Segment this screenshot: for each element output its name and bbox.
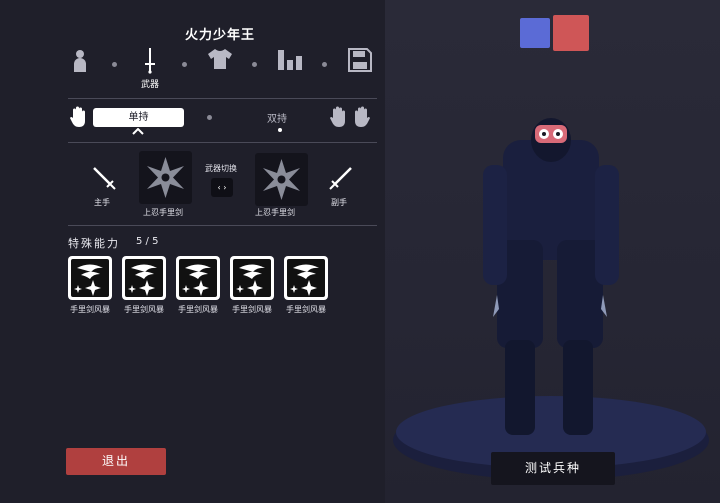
ability-slot[interactable]: 手里剑风暴 <box>230 256 274 315</box>
ability-label: 手里剑风暴 <box>286 305 326 314</box>
main-hand-label: 主手 <box>94 198 110 207</box>
shuriken-storm-icon <box>176 256 220 300</box>
ability-slot[interactable]: 手里剑风暴 <box>122 256 166 315</box>
editor-step-nav: 武器 <box>60 48 380 96</box>
ninja-figure <box>483 118 619 435</box>
main-weapon-name: 上忍手里剑 <box>143 208 183 217</box>
single-hand-icon <box>70 106 85 127</box>
step-clothing[interactable] <box>200 48 240 92</box>
step-separator <box>322 62 327 67</box>
shuriken-storm-icon <box>122 256 166 300</box>
ability-slot[interactable]: 手里剑风暴 <box>68 256 112 315</box>
grip-dual-option[interactable]: 双持 <box>267 110 287 125</box>
off-hand-sword-icon <box>329 167 352 190</box>
shuriken-icon <box>147 157 184 198</box>
person-icon <box>74 50 86 72</box>
ability-slot[interactable]: 手里剑风暴 <box>284 256 328 315</box>
chevron-up-icon <box>132 128 144 135</box>
step-appearance[interactable] <box>60 48 100 92</box>
main-hand-sword-icon <box>93 167 116 190</box>
off-hand-label: 副手 <box>331 198 347 207</box>
ability-label: 手里剑风暴 <box>124 305 164 314</box>
test-unit-button[interactable]: 测试兵种 <box>491 452 615 485</box>
shuriken-storm-icon <box>68 256 112 300</box>
exit-button[interactable]: 退出 <box>66 448 166 475</box>
divider <box>68 142 377 143</box>
abilities-count: 5 / 5 <box>136 236 159 247</box>
ability-label: 手里剑风暴 <box>178 305 218 314</box>
grip-separator <box>207 115 212 120</box>
main-weapon-slot[interactable] <box>139 151 192 204</box>
team-blue-swatch[interactable] <box>520 18 550 48</box>
divider <box>68 225 377 226</box>
unit-name-title[interactable]: 火力少年王 <box>0 24 440 43</box>
step-separator <box>112 62 117 67</box>
shuriken-storm-icon <box>284 256 328 300</box>
step-stats[interactable] <box>270 48 310 92</box>
step-weapons-label: 武器 <box>140 80 159 90</box>
step-separator <box>182 62 187 67</box>
sword-icon <box>145 48 155 74</box>
shuriken-storm-icon <box>230 256 274 300</box>
shuriken-icon <box>263 159 300 200</box>
stats-icon <box>278 50 302 70</box>
step-separator <box>252 62 257 67</box>
team-red-swatch[interactable] <box>553 15 589 51</box>
grip-selector: 单持 双持 <box>68 104 377 136</box>
dual-hand-icon <box>330 106 370 127</box>
weapon-swap-button[interactable]: ‹ › <box>211 178 233 197</box>
abilities-heading: 特殊能力 <box>68 237 120 250</box>
weapon-swap-label: 武器切换 <box>205 164 237 173</box>
grip-dual-indicator <box>278 128 282 132</box>
ability-slot[interactable]: 手里剑风暴 <box>176 256 220 315</box>
unit-preview <box>393 118 709 480</box>
save-icon <box>348 48 372 72</box>
ability-label: 手里剑风暴 <box>232 305 272 314</box>
ability-label: 手里剑风暴 <box>70 305 110 314</box>
shirt-icon <box>208 49 232 69</box>
off-weapon-slot[interactable] <box>255 153 308 206</box>
step-save[interactable] <box>340 48 380 92</box>
divider <box>68 98 377 99</box>
grip-single-option[interactable]: 单持 <box>93 108 184 127</box>
off-weapon-name: 上忍手里剑 <box>255 208 295 217</box>
weapon-row: 主手 上忍手里剑 武器切换 ‹ › 上忍手里剑 副手 <box>68 150 377 220</box>
step-weapons[interactable]: 武器 <box>130 48 170 92</box>
